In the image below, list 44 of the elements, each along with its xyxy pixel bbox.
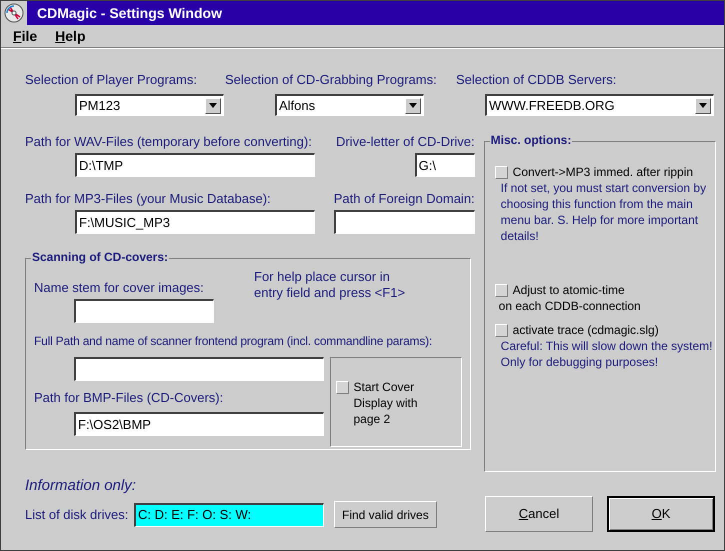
option-label: activate trace (cdmagic.slg): [512, 322, 659, 338]
drive-letter-field[interactable]: G:\: [414, 153, 475, 177]
dialog-button[interactable]: OK: [607, 496, 715, 532]
option-label: on each CDDB-connection: [498, 298, 642, 314]
group-title: Scanning of CD-covers:: [31, 251, 170, 263]
checkbox[interactable]: [494, 324, 508, 336]
disk-drives-label: List of disk drives:: [25, 508, 130, 521]
mp3-path-label: Path for MP3-Files (your Music Database):: [25, 192, 272, 205]
option-label: Convert->MP3 immed. after rippin: [512, 164, 694, 180]
start-cover-label: Start Cover Display with page 2: [353, 379, 419, 428]
foreign-domain-field[interactable]: [334, 210, 475, 234]
name-stem-field[interactable]: [74, 299, 214, 323]
menu-item[interactable]: File: [13, 26, 38, 46]
find-drives-button[interactable]: Find valid drives: [334, 501, 437, 528]
selection-label: Selection of CD-Grabbing Programs:: [225, 73, 438, 86]
drive-letter-label: Drive-letter of CD-Drive:: [336, 135, 475, 148]
foreign-domain-label: Path of Foreign Domain:: [334, 192, 475, 205]
window-title: CDMagic - Settings Window: [37, 4, 222, 23]
option-note: Careful: This will slow down the system! Only for debugging purposes!: [500, 338, 714, 370]
dialog-button[interactable]: Cancel: [485, 496, 593, 532]
disk-drives-field[interactable]: C: D: E: F: O: S: W:: [134, 502, 324, 526]
dropdown-field[interactable]: Alfons: [275, 94, 424, 116]
menu-item[interactable]: Help: [55, 26, 86, 46]
wav-path-label: Path for WAV-Files (temporary before converting):: [25, 135, 313, 148]
option-note: If not set, you must start conversion by choosing this function from the main menu bar. S. Help for more important details!: [500, 180, 708, 244]
bmp-path-field[interactable]: F:\OS2\BMP: [74, 412, 324, 436]
bmp-path-label: Path for BMP-Files (CD-Covers):: [34, 391, 224, 404]
help-hint: For help place cursor in entry field and press <F1>: [254, 269, 406, 302]
wav-path-field[interactable]: D:\TMP: [75, 153, 315, 177]
checkbox[interactable]: [494, 166, 508, 178]
checkbox[interactable]: [336, 381, 350, 394]
cd-icon: [4, 3, 24, 23]
selection-label: Selection of CDDB Servers:: [456, 73, 618, 86]
group-title: Misc. options:: [490, 134, 572, 146]
information-heading: Information only:: [25, 478, 137, 493]
scanner-program-label: Full Path and name of scanner frontend program (incl. commandline params):: [34, 335, 432, 347]
scanner-program-field[interactable]: [74, 357, 324, 381]
mp3-path-field[interactable]: F:\MUSIC_MP3: [75, 210, 315, 234]
dropdown-field[interactable]: WWW.FREEDB.ORG: [485, 94, 714, 116]
name-stem-label: Name stem for cover images:: [34, 281, 205, 294]
selection-label: Selection of Player Programs:: [25, 73, 198, 86]
option-label: Adjust to atomic-time: [512, 282, 625, 298]
checkbox[interactable]: [494, 284, 508, 296]
dropdown-field[interactable]: PM123: [75, 94, 224, 116]
